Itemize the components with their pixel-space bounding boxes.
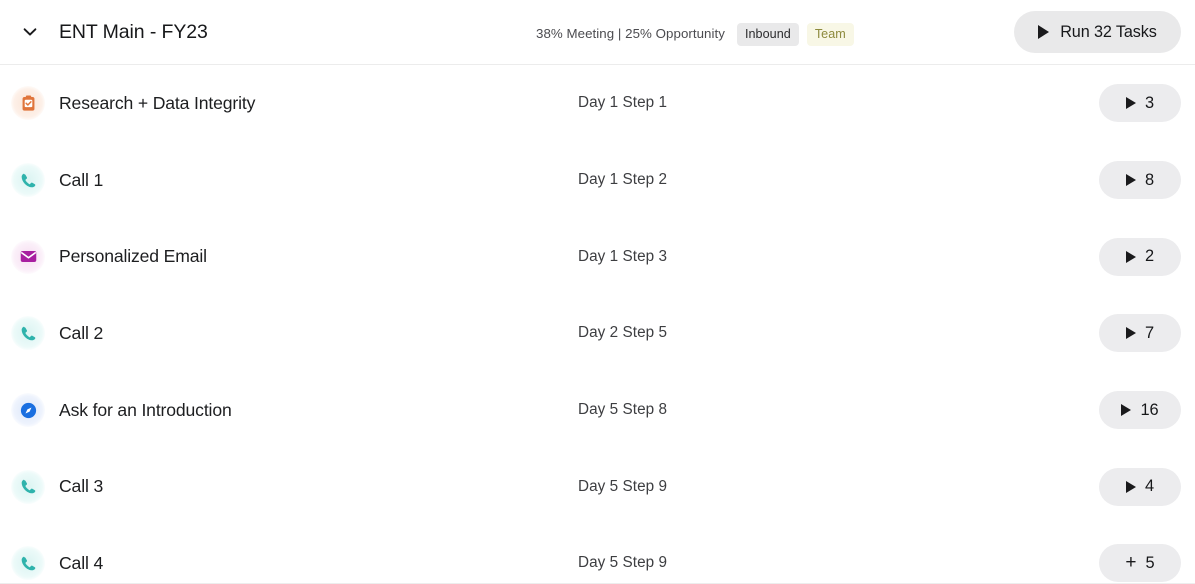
collapse-toggle-button[interactable] — [13, 15, 47, 49]
step-row[interactable]: Research + Data Integrity Day 1 Step 1 3 — [0, 65, 1195, 142]
play-icon — [1125, 327, 1136, 340]
step-row[interactable]: Call 2 Day 2 Step 5 7 — [0, 295, 1195, 372]
step-schedule: Day 1 Step 2 — [578, 171, 668, 189]
step-task-button[interactable]: 8 — [1099, 161, 1181, 200]
phone-icon — [11, 469, 45, 504]
step-task-button[interactable]: +5 — [1099, 544, 1181, 583]
step-label: Research + Data Integrity — [59, 92, 256, 113]
phone-icon — [11, 163, 45, 198]
envelope-icon — [11, 239, 45, 274]
step-task-button[interactable]: 16 — [1099, 391, 1181, 430]
step-schedule: Day 5 Step 9 — [578, 554, 668, 572]
step-task-count: 7 — [1144, 323, 1155, 342]
step-task-count: 8 — [1144, 170, 1155, 189]
step-label: Ask for an Introduction — [59, 399, 232, 420]
step-schedule: Day 5 Step 9 — [578, 477, 668, 495]
tag-team[interactable]: Team — [806, 22, 854, 46]
step-label: Personalized Email — [59, 246, 207, 267]
run-tasks-label: Run 32 Tasks — [1060, 22, 1157, 41]
step-row[interactable]: Call 4 Day 5 Step 9 +5 — [0, 525, 1195, 584]
sequence-panel: ENT Main - FY23 38% Meeting | 25% Opport… — [0, 0, 1195, 584]
sequence-header: ENT Main - FY23 38% Meeting | 25% Opport… — [0, 0, 1195, 65]
plus-icon: + — [1125, 551, 1137, 573]
step-task-count: 2 — [1144, 247, 1155, 266]
step-task-count: 16 — [1140, 400, 1159, 419]
step-task-count: 3 — [1144, 93, 1155, 112]
step-task-count: 4 — [1144, 477, 1155, 496]
tag-inbound[interactable]: Inbound — [736, 22, 799, 46]
step-label: Call 3 — [59, 476, 104, 497]
header-meta-group: 38% Meeting | 25% Opportunity Inbound Te… — [536, 0, 854, 64]
step-label: Call 4 — [59, 552, 104, 573]
play-icon — [1125, 250, 1136, 263]
play-icon — [1125, 174, 1136, 187]
sequence-metrics: 38% Meeting | 25% Opportunity — [536, 25, 725, 41]
run-tasks-button[interactable]: Run 32 Tasks — [1014, 11, 1181, 53]
step-task-button[interactable]: 4 — [1099, 467, 1181, 506]
step-task-button[interactable]: 2 — [1099, 237, 1181, 276]
step-task-count: 5 — [1145, 553, 1155, 572]
step-label: Call 1 — [59, 169, 104, 190]
step-row[interactable]: Personalized Email Day 1 Step 3 2 — [0, 218, 1195, 296]
step-row[interactable]: Call 3 Day 5 Step 9 4 — [0, 448, 1195, 526]
page-title: ENT Main - FY23 — [59, 20, 208, 43]
step-schedule: Day 2 Step 5 — [578, 324, 668, 342]
step-task-button[interactable]: 3 — [1099, 84, 1181, 123]
step-row[interactable]: Call 1 Day 1 Step 2 8 — [0, 141, 1195, 219]
step-schedule: Day 1 Step 1 — [578, 94, 668, 112]
phone-icon — [11, 316, 45, 351]
step-task-button[interactable]: 7 — [1099, 314, 1181, 353]
sequence-steps-list: Research + Data Integrity Day 1 Step 1 3 Ca… — [0, 65, 1195, 584]
play-icon — [1125, 480, 1136, 493]
step-row[interactable]: Ask for an Introduction Day 5 Step 8 16 — [0, 371, 1195, 449]
step-schedule: Day 5 Step 8 — [578, 401, 668, 419]
play-icon — [1038, 25, 1050, 39]
play-icon — [1121, 404, 1132, 417]
clipboard-check-icon — [11, 86, 45, 121]
step-label: Call 2 — [59, 322, 104, 343]
compass-icon — [11, 393, 45, 428]
play-icon — [1125, 97, 1136, 110]
step-schedule: Day 1 Step 3 — [578, 247, 668, 265]
chevron-down-icon — [20, 22, 40, 42]
phone-icon — [11, 546, 45, 581]
